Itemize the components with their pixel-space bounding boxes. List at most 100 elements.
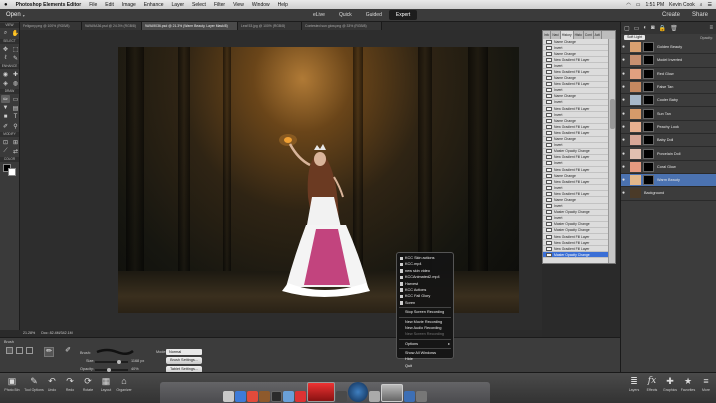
menu-layer[interactable]: Layer (168, 2, 189, 8)
new-group-icon[interactable]: ▭ (634, 25, 640, 32)
tab-doc-3[interactable]: 9A9A9036.psd @ 21.3% (Warm Beauty, Layer… (142, 22, 238, 30)
visibility-eye-icon[interactable]: ● (622, 164, 628, 170)
app3-dock-icon[interactable] (369, 391, 380, 402)
layer-mask-thumbnail[interactable] (643, 68, 654, 79)
brush-preview[interactable] (95, 347, 135, 356)
favorites-button[interactable]: ★ Favorites (678, 375, 698, 392)
layer-row[interactable]: ● Golden Beauty (621, 41, 716, 55)
layer-mask-thumbnail[interactable] (643, 175, 654, 186)
layer-thumbnail[interactable] (630, 42, 641, 53)
clone-tool[interactable]: ◈ (1, 79, 10, 87)
menu-edit[interactable]: Edit (101, 2, 118, 8)
open-button[interactable]: Open (6, 12, 21, 18)
shape-tool[interactable]: ■ (1, 113, 10, 121)
layer-row[interactable]: ● Red Glow (621, 68, 716, 81)
tab-info[interactable]: Info (543, 31, 552, 39)
layer-thumbnail[interactable] (630, 175, 641, 186)
tab-doc-1[interactable]: Feligony.png @ 100% (RGB/8) (20, 22, 82, 30)
menu-image[interactable]: Image (118, 2, 140, 8)
user-name[interactable]: Kevin Cook (669, 2, 695, 8)
tab-history[interactable]: History (560, 31, 574, 39)
layer-row[interactable]: ● Porcelain Doll (621, 147, 716, 161)
mode-expert[interactable]: Expert (388, 10, 418, 20)
layers-button[interactable]: ≣ Layers (624, 375, 644, 392)
layer-row[interactable]: ● Sun Tan (621, 107, 716, 121)
graphics-button[interactable]: ✚ Graphics (660, 375, 680, 392)
rotate-button[interactable]: ⟳ Rotate (78, 375, 98, 392)
app2-dock-icon[interactable] (336, 391, 347, 402)
visibility-eye-icon[interactable]: ● (622, 84, 628, 90)
visibility-eye-icon[interactable]: ● (622, 190, 628, 196)
paint-bucket-tool[interactable]: ▼ (1, 104, 10, 112)
content-move-tool[interactable]: ⇄ (11, 147, 20, 155)
layer-thumbnail[interactable] (630, 55, 641, 66)
layout-button[interactable]: ▦ Layout (96, 375, 116, 392)
mode-guided[interactable]: Guided (359, 10, 389, 20)
apple-icon[interactable]: ● (0, 2, 12, 8)
layer-row[interactable]: ● Coral Glow (621, 161, 716, 174)
adjustment-layer-icon[interactable]: ◐ (643, 25, 647, 31)
menu-select[interactable]: Select (188, 2, 210, 8)
recent-file-item[interactable]: Soren (397, 300, 453, 306)
share-button[interactable]: Share (692, 12, 708, 18)
redo-button[interactable]: ↷ Redo (60, 375, 80, 392)
menu-window[interactable]: Window (248, 2, 274, 8)
layer-mask-thumbnail[interactable] (643, 95, 654, 106)
tab-navigator[interactable]: Navi (551, 31, 561, 39)
layer-row[interactable]: ● False Tan (621, 81, 716, 95)
terminal-dock-icon[interactable] (271, 391, 282, 402)
mode-quick[interactable]: Quick (332, 10, 359, 20)
app4-dock-icon[interactable] (404, 391, 415, 402)
trash-dock-icon[interactable] (416, 391, 427, 402)
quick-select-tool[interactable]: ✎ (11, 54, 20, 62)
visibility-eye-icon[interactable]: ● (622, 151, 628, 157)
panel-menu-icon[interactable]: ≡ (709, 25, 713, 31)
type-tool[interactable]: T (11, 113, 20, 121)
layer-thumbnail[interactable] (630, 82, 641, 93)
layer-thumbnail[interactable] (630, 161, 641, 172)
crop-tool[interactable]: ⊡ (1, 138, 10, 146)
menu-help[interactable]: Help (274, 2, 292, 8)
visibility-eye-icon[interactable]: ● (622, 57, 628, 63)
photo-booth-dock-icon[interactable] (307, 382, 335, 402)
brush-mode-2[interactable] (16, 347, 23, 354)
tab-doc-4[interactable]: Leaf 53.jpg @ 100% (RGB/8) (238, 22, 302, 30)
notes-dock-icon[interactable] (259, 391, 270, 402)
visibility-eye-icon[interactable]: ● (622, 177, 628, 183)
layer-thumbnail[interactable] (630, 121, 641, 132)
layer-mask-thumbnail[interactable] (643, 55, 654, 66)
blend-mode-dropdown[interactable]: Soft Light (624, 35, 646, 40)
marquee-tool[interactable]: ⬚ (11, 45, 20, 53)
history-scroll-thumb[interactable] (610, 99, 615, 129)
sponge-tool[interactable]: ◍ (11, 79, 20, 87)
layer-row[interactable]: ● Model Inverted (621, 54, 716, 68)
recompose-tool[interactable]: ⊞ (11, 138, 20, 146)
tab-histogram[interactable]: Histo (574, 31, 584, 39)
history-item[interactable]: Master Opacity Change (543, 252, 609, 259)
battery-icon[interactable]: ▭ (636, 2, 641, 8)
layer-thumbnail[interactable] (630, 148, 641, 159)
history-scrollbar[interactable] (608, 39, 615, 263)
layer-thumbnail[interactable] (630, 188, 641, 199)
tab-content[interactable]: Cont (584, 31, 594, 39)
mode-dropdown[interactable]: Normal (166, 349, 202, 355)
size-value[interactable]: 1168 px (131, 359, 144, 363)
photo-canvas[interactable] (118, 47, 519, 313)
straighten-tool[interactable]: ⟋ (1, 147, 10, 155)
brush-settings-button[interactable]: Brush Settings... (166, 357, 202, 364)
undo-button[interactable]: ↶ Undo (42, 375, 62, 392)
move-tool[interactable]: ✥ (1, 45, 10, 53)
calendar-dock-icon[interactable] (247, 391, 258, 402)
more-button[interactable]: ≡ More (696, 375, 716, 392)
layer-thumbnail[interactable] (630, 95, 641, 106)
lock-icon[interactable]: 🔒 (659, 25, 666, 32)
mode-elive[interactable]: eLive (306, 10, 332, 20)
menu-view[interactable]: View (229, 2, 248, 8)
layer-row[interactable]: ● Cooler Baby (621, 94, 716, 108)
spot-heal-tool[interactable]: ✚ (11, 70, 20, 78)
app-menu[interactable]: Photoshop Elements Editor (12, 2, 86, 8)
open-dropdown-icon[interactable]: ▾ (23, 13, 25, 18)
spotlight-icon[interactable]: ⌕ (700, 2, 703, 8)
layer-mask-thumbnail[interactable] (643, 82, 654, 93)
delete-layer-icon[interactable]: 🗑 (670, 25, 678, 32)
